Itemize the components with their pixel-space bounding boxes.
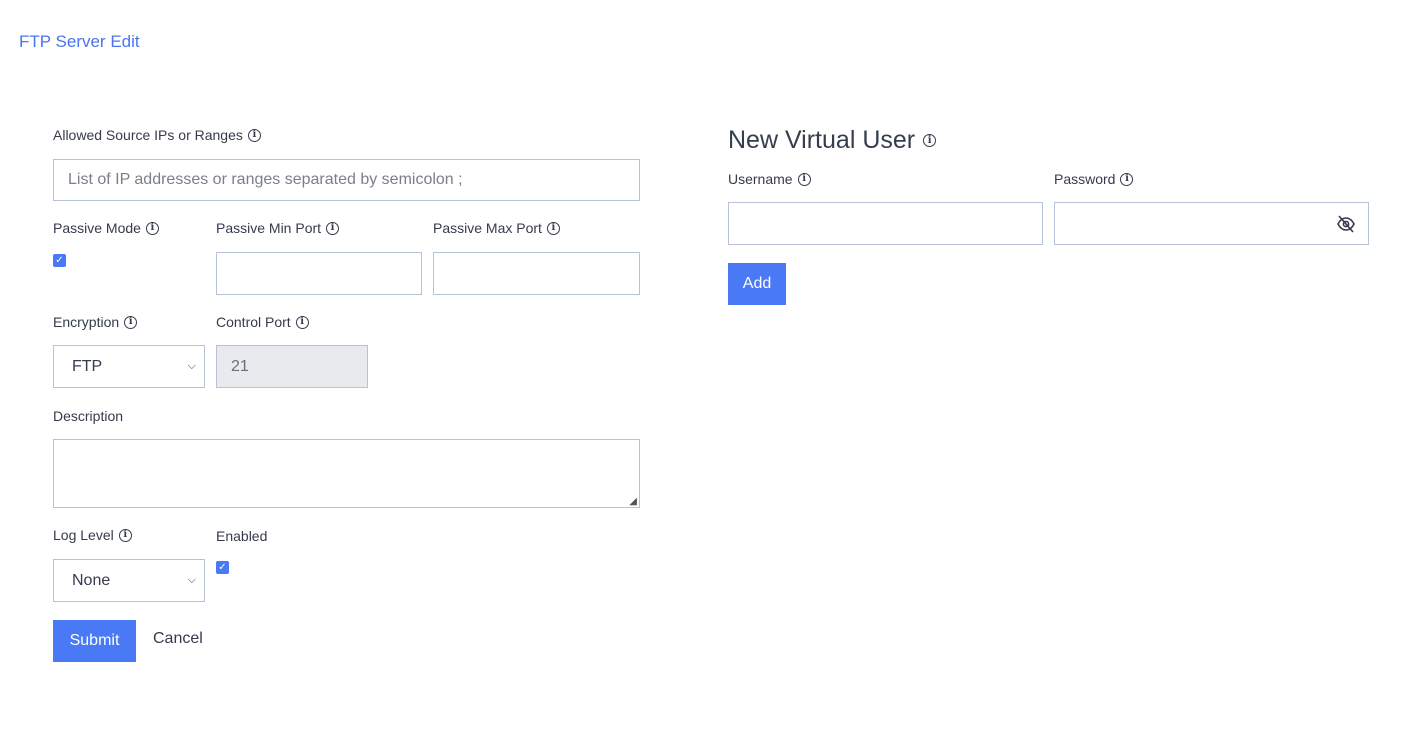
enabled-label: Enabled xyxy=(216,528,268,544)
page-title: FTP Server Edit xyxy=(19,32,140,51)
password-label-text: Password xyxy=(1054,171,1116,187)
info-icon[interactable]: i xyxy=(124,315,138,329)
info-icon[interactable]: i xyxy=(118,528,132,542)
info-icon[interactable]: i xyxy=(923,134,937,147)
log-level-select[interactable]: None ⌵ xyxy=(53,559,205,602)
passive-min-port-label-text: Passive Min Port xyxy=(216,220,322,236)
info-icon[interactable]: i xyxy=(546,221,560,235)
encryption-value: FTP xyxy=(72,357,103,375)
allowed-ips-label-text: Allowed Source IPs or Ranges xyxy=(53,127,243,143)
enabled-checkbox[interactable]: ✓ xyxy=(216,561,229,574)
control-port-input[interactable]: 21 xyxy=(216,345,368,388)
passive-max-port-label: Passive Max Port i xyxy=(433,220,560,236)
virtual-user-title-text: New Virtual User xyxy=(728,126,916,154)
control-port-label: Control Port i xyxy=(216,314,309,330)
info-icon[interactable]: i xyxy=(295,315,309,329)
allowed-ips-label: Allowed Source IPs or Ranges i xyxy=(53,127,261,143)
info-icon[interactable]: i xyxy=(797,172,811,186)
passive-min-port-input[interactable] xyxy=(216,252,422,295)
encryption-select[interactable]: FTP ⌵ xyxy=(53,345,205,388)
passive-mode-checkbox[interactable]: ✓ xyxy=(53,254,66,267)
allowed-ips-placeholder: List of IP addresses or ranges separated… xyxy=(68,171,463,188)
passive-max-port-input[interactable] xyxy=(433,252,640,295)
encryption-label-text: Encryption xyxy=(53,314,120,330)
description-textarea[interactable]: ◢ xyxy=(53,439,640,508)
log-level-label-text: Log Level xyxy=(53,527,114,543)
username-input[interactable] xyxy=(728,202,1043,245)
log-level-label: Log Level i xyxy=(53,527,132,543)
passive-mode-label-text: Passive Mode xyxy=(53,220,141,236)
virtual-user-title: New Virtual User i xyxy=(728,126,937,155)
password-input[interactable] xyxy=(1054,202,1369,245)
description-label: Description xyxy=(53,408,124,424)
passive-mode-label: Passive Mode i xyxy=(53,220,159,236)
encryption-label: Encryption i xyxy=(53,314,138,330)
submit-button[interactable]: Submit xyxy=(53,620,136,662)
info-icon[interactable]: i xyxy=(247,128,261,142)
info-icon[interactable]: i xyxy=(1120,172,1134,186)
password-label: Password i xyxy=(1054,171,1134,187)
info-icon[interactable]: i xyxy=(145,221,159,235)
cancel-button[interactable]: Cancel xyxy=(153,630,203,648)
username-label: Username i xyxy=(728,171,811,187)
chevron-down-icon: ⌵ xyxy=(187,360,196,372)
info-icon[interactable]: i xyxy=(326,221,340,235)
username-label-text: Username xyxy=(728,171,793,187)
allowed-ips-input[interactable]: List of IP addresses or ranges separated… xyxy=(53,159,640,201)
resize-handle-icon[interactable]: ◢ xyxy=(629,496,637,507)
passive-max-port-label-text: Passive Max Port xyxy=(433,220,542,236)
eye-slash-icon[interactable] xyxy=(1336,215,1356,238)
add-user-button[interactable]: Add xyxy=(728,263,786,305)
passive-min-port-label: Passive Min Port i xyxy=(216,220,340,236)
control-port-value: 21 xyxy=(231,357,249,375)
log-level-value: None xyxy=(72,571,111,589)
chevron-down-icon: ⌵ xyxy=(187,574,196,586)
control-port-label-text: Control Port xyxy=(216,314,291,330)
